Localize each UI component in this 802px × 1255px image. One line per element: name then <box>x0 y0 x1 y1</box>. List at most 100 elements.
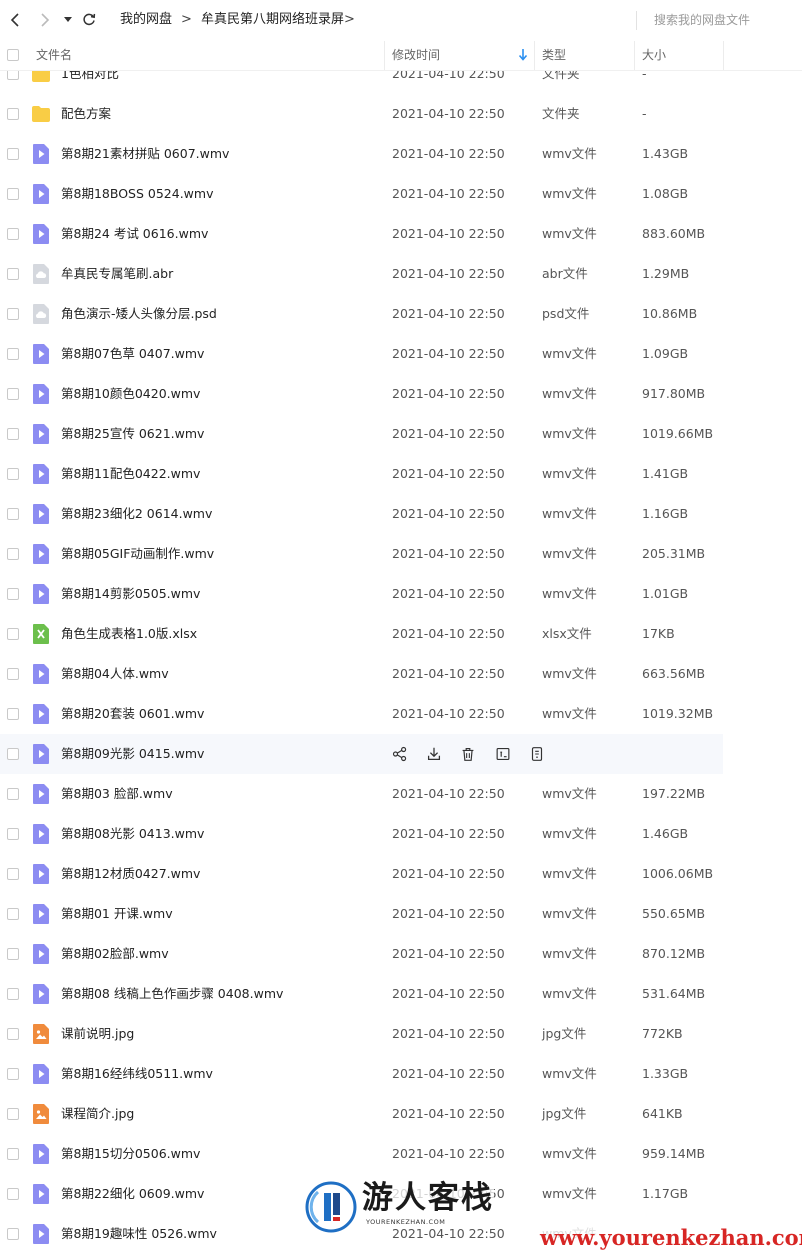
back-button[interactable] <box>4 8 26 32</box>
column-header-modified[interactable]: 修改时间 <box>392 41 440 70</box>
row-checkbox[interactable] <box>7 988 19 1000</box>
file-row[interactable]: 第8期07色草 0407.wmv 2021-04-10 22:50 wmv文件 1.0… <box>0 334 723 374</box>
file-row[interactable]: 第8期16经纬线0511.wmv 2021-04-10 22:50 wmv文件 1.3… <box>0 1054 723 1094</box>
file-row[interactable]: 第8期01 开课.wmv 2021-04-10 22:50 wmv文件 550.65M… <box>0 894 723 934</box>
row-checkbox[interactable] <box>7 468 19 480</box>
row-checkbox[interactable] <box>7 388 19 400</box>
row-checkbox[interactable] <box>7 308 19 320</box>
row-checkbox[interactable] <box>7 1188 19 1200</box>
file-row[interactable]: 第8期02脸部.wmv 2021-04-10 22:50 wmv文件 870.12MB <box>0 934 723 974</box>
row-checkbox[interactable] <box>7 868 19 880</box>
history-dropdown-button[interactable] <box>58 8 78 32</box>
row-checkbox[interactable] <box>7 748 19 760</box>
row-checkbox[interactable] <box>7 228 19 240</box>
row-checkbox[interactable] <box>7 348 19 360</box>
delete-button[interactable] <box>458 744 478 764</box>
row-checkbox[interactable] <box>7 1148 19 1160</box>
file-name[interactable]: 课程简介.jpg <box>61 1094 134 1134</box>
file-name[interactable]: 第8期12材质0427.wmv <box>61 854 200 894</box>
sort-descending-icon[interactable] <box>519 49 527 61</box>
folder-row[interactable]: 配色方案 2021-04-10 22:50 文件夹 - <box>0 94 723 134</box>
file-row[interactable]: 第8期08 线稿上色作画步骤 0408.wmv 2021-04-10 22:50 w… <box>0 974 723 1014</box>
file-row[interactable]: 课前说明.jpg 2021-04-10 22:50 jpg文件 772KB <box>0 1014 723 1054</box>
file-name[interactable]: 第8期20套装 0601.wmv <box>61 694 204 734</box>
file-name[interactable]: 第8期22细化 0609.wmv <box>61 1174 204 1214</box>
row-checkbox[interactable] <box>7 948 19 960</box>
file-name[interactable]: 第8期05GIF动画制作.wmv <box>61 534 214 574</box>
file-name[interactable]: 第8期08光影 0413.wmv <box>61 814 204 854</box>
row-checkbox[interactable] <box>7 1228 19 1240</box>
row-checkbox[interactable] <box>7 428 19 440</box>
select-all-checkbox[interactable] <box>7 49 19 61</box>
file-row[interactable]: 第8期20套装 0601.wmv 2021-04-10 22:50 wmv文件 101… <box>0 694 723 734</box>
breadcrumb-root[interactable]: 我的网盘 <box>120 11 172 29</box>
file-name[interactable]: 牟真民专属笔刷.abr <box>61 254 173 294</box>
file-row[interactable]: 第8期21素材拼贴 0607.wmv 2021-04-10 22:50 wmv文件 1… <box>0 134 723 174</box>
file-row[interactable]: 第8期04人体.wmv 2021-04-10 22:50 wmv文件 663.56MB <box>0 654 723 694</box>
row-checkbox[interactable] <box>7 188 19 200</box>
forward-button[interactable] <box>34 8 56 32</box>
breadcrumb-current[interactable]: 牟真民第八期网络班录屏 <box>201 11 344 29</box>
row-checkbox[interactable] <box>7 1028 19 1040</box>
row-checkbox[interactable] <box>7 1108 19 1120</box>
file-row[interactable]: 第8期12材质0427.wmv 2021-04-10 22:50 wmv文件 1006… <box>0 854 723 894</box>
file-name[interactable]: 第8期23细化2 0614.wmv <box>61 494 212 534</box>
row-checkbox[interactable] <box>7 108 19 120</box>
search-input[interactable] <box>646 9 802 31</box>
row-checkbox[interactable] <box>7 548 19 560</box>
file-name[interactable]: 配色方案 <box>61 94 111 134</box>
row-checkbox[interactable] <box>7 588 19 600</box>
refresh-button[interactable] <box>78 8 100 32</box>
file-name[interactable]: 第8期15切分0506.wmv <box>61 1134 200 1174</box>
file-name[interactable]: 第8期25宣传 0621.wmv <box>61 414 204 454</box>
file-name[interactable]: 角色演示-矮人头像分层.psd <box>61 294 217 334</box>
file-row[interactable]: 第8期15切分0506.wmv 2021-04-10 22:50 wmv文件 959.… <box>0 1134 723 1174</box>
file-name[interactable]: 第8期10颜色0420.wmv <box>61 374 200 414</box>
file-name[interactable]: 第8期04人体.wmv <box>61 654 169 694</box>
download-button[interactable] <box>424 744 444 764</box>
file-row[interactable]: 课程简介.jpg 2021-04-10 22:50 jpg文件 641KB <box>0 1094 723 1134</box>
file-row[interactable]: 牟真民专属笔刷.abr 2021-04-10 22:50 abr文件 1.29MB <box>0 254 723 294</box>
column-header-size[interactable]: 大小 <box>642 41 666 70</box>
file-name[interactable]: 课前说明.jpg <box>61 1014 134 1054</box>
file-name[interactable]: 第8期07色草 0407.wmv <box>61 334 204 374</box>
file-name[interactable]: 角色生成表格1.0版.xlsx <box>61 614 197 654</box>
file-name[interactable]: 第8期21素材拼贴 0607.wmv <box>61 134 229 174</box>
detail-button[interactable] <box>527 744 547 764</box>
file-row[interactable]: 第8期03 脸部.wmv 2021-04-10 22:50 wmv文件 197.22M… <box>0 774 723 814</box>
share-button[interactable] <box>390 744 410 764</box>
file-name[interactable]: 第8期24 考试 0616.wmv <box>61 214 208 254</box>
file-row[interactable]: 第8期24 考试 0616.wmv 2021-04-10 22:50 wmv文件 88… <box>0 214 723 254</box>
file-name[interactable]: 第8期18BOSS 0524.wmv <box>61 174 213 214</box>
file-name[interactable]: 第8期01 开课.wmv <box>61 894 173 934</box>
row-checkbox[interactable] <box>7 668 19 680</box>
file-row[interactable]: 角色演示-矮人头像分层.psd 2021-04-10 22:50 psd文件 10.8… <box>0 294 723 334</box>
file-name[interactable]: 第8期11配色0422.wmv <box>61 454 200 494</box>
row-checkbox[interactable] <box>7 708 19 720</box>
row-checkbox[interactable] <box>7 828 19 840</box>
row-checkbox[interactable] <box>7 1068 19 1080</box>
file-row[interactable]: 第8期14剪影0505.wmv 2021-04-10 22:50 wmv文件 1.01… <box>0 574 723 614</box>
file-row[interactable]: 第8期05GIF动画制作.wmv 2021-04-10 22:50 wmv文件 205… <box>0 534 723 574</box>
rename-button[interactable] <box>493 744 513 764</box>
file-row[interactable]: 第8期09光影 0415.wmv <box>0 734 723 774</box>
file-row[interactable]: 第8期10颜色0420.wmv 2021-04-10 22:50 wmv文件 917.… <box>0 374 723 414</box>
row-checkbox[interactable] <box>7 148 19 160</box>
file-name[interactable]: 第8期14剪影0505.wmv <box>61 574 200 614</box>
file-name[interactable]: 第8期16经纬线0511.wmv <box>61 1054 213 1094</box>
file-name[interactable]: 第8期19趣味性 0526.wmv <box>61 1214 217 1254</box>
file-name[interactable]: 第8期08 线稿上色作画步骤 0408.wmv <box>61 974 283 1014</box>
row-checkbox[interactable] <box>7 268 19 280</box>
file-row[interactable]: 第8期11配色0422.wmv 2021-04-10 22:50 wmv文件 1.41… <box>0 454 723 494</box>
column-header-name[interactable]: 文件名 <box>36 41 72 70</box>
file-row[interactable]: 角色生成表格1.0版.xlsx 2021-04-10 22:50 xlsx文件 17K… <box>0 614 723 654</box>
row-checkbox[interactable] <box>7 908 19 920</box>
file-name[interactable]: 第8期02脸部.wmv <box>61 934 169 974</box>
row-checkbox[interactable] <box>7 628 19 640</box>
file-row[interactable]: 第8期25宣传 0621.wmv 2021-04-10 22:50 wmv文件 101… <box>0 414 723 454</box>
column-header-type[interactable]: 类型 <box>542 41 566 70</box>
file-row[interactable]: 第8期23细化2 0614.wmv 2021-04-10 22:50 wmv文件 1.… <box>0 494 723 534</box>
row-checkbox[interactable] <box>7 508 19 520</box>
file-name[interactable]: 第8期03 脸部.wmv <box>61 774 173 814</box>
file-row[interactable]: 第8期18BOSS 0524.wmv 2021-04-10 22:50 wmv文件 1… <box>0 174 723 214</box>
